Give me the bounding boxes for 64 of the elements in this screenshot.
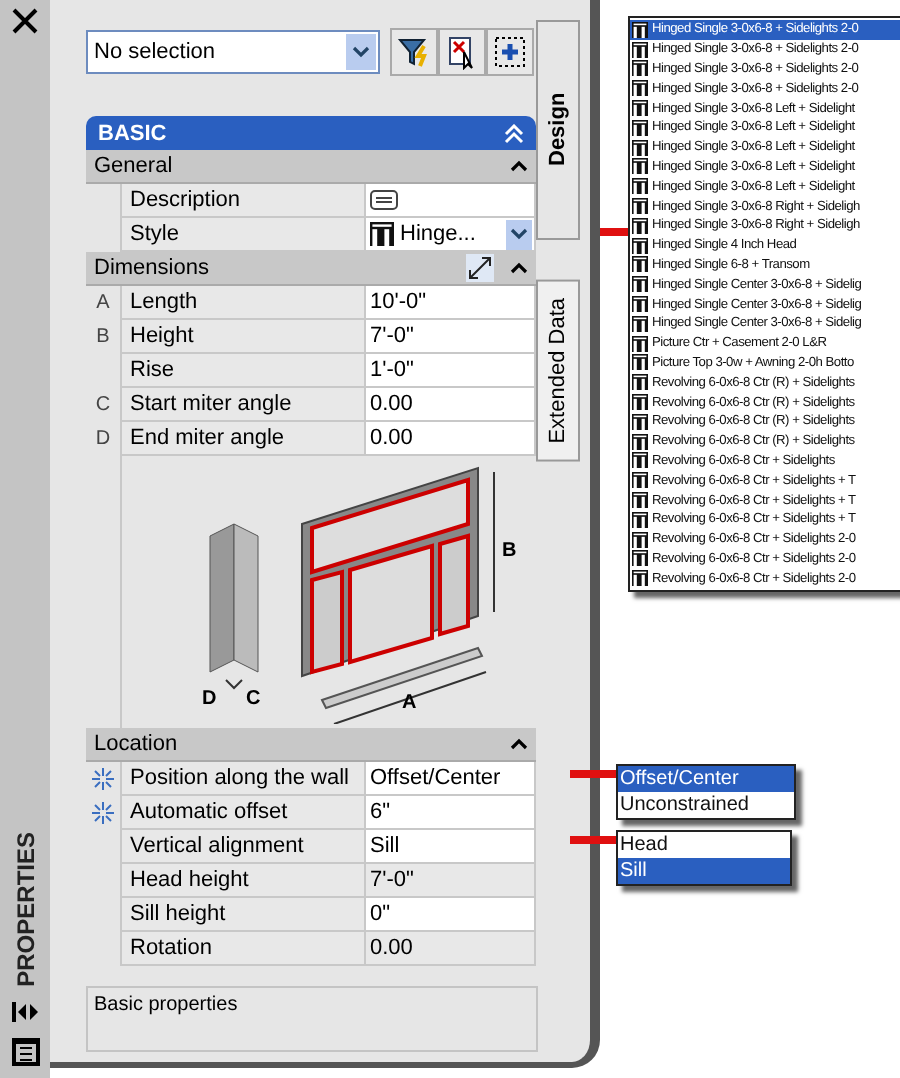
description-text: Basic properties <box>86 986 538 1052</box>
menu-item[interactable]: Unconstrained <box>618 792 794 818</box>
value-cell[interactable]: Offset/Center <box>366 762 536 796</box>
collapse-icon[interactable] <box>510 160 528 172</box>
dimension-tool-icon[interactable] <box>466 254 494 282</box>
value-cell[interactable]: 0.00 <box>366 388 536 422</box>
property-label: Start miter angle <box>120 388 366 422</box>
dimension-letter: A <box>96 292 110 314</box>
add-selection-icon <box>492 34 528 70</box>
menu-icon[interactable] <box>11 1038 39 1066</box>
funnel-icon <box>396 34 432 70</box>
dimension-label: A <box>402 692 417 714</box>
value-cell[interactable]: 7'-0" <box>366 320 536 354</box>
property-label: Automatic offset <box>120 796 366 830</box>
selection-dropdown[interactable]: No selection <box>86 30 380 74</box>
side-tab[interactable]: Extended Data <box>536 280 580 462</box>
toggle-pickadd-button[interactable] <box>486 28 534 76</box>
select-objects-button[interactable] <box>438 28 486 76</box>
dimension-label: B <box>502 540 517 562</box>
value-cell[interactable]: Sill <box>366 830 536 864</box>
dimension-letter: D <box>95 428 111 450</box>
property-label: Vertical alignment <box>120 830 366 864</box>
dimension-label: D <box>202 688 217 710</box>
door-icon <box>370 222 394 246</box>
group-header[interactable]: Location <box>86 728 536 762</box>
palette-title: PROPERTIES <box>11 831 39 986</box>
note-icon <box>370 190 398 210</box>
value-cell[interactable]: 0.00 <box>366 422 536 456</box>
chevron-icon <box>352 46 370 58</box>
collapse-arrows-icon[interactable] <box>11 1002 39 1022</box>
collapse-icon <box>504 123 524 143</box>
collapse-icon[interactable] <box>510 738 528 750</box>
value-cell[interactable]: 10'-0" <box>366 286 536 320</box>
style-dropdown[interactable]: Hinge... <box>366 218 536 252</box>
property-label: Rise <box>120 354 366 388</box>
value-cell[interactable] <box>366 184 536 218</box>
dimension-letter: C <box>95 394 111 416</box>
dimension-label: C <box>246 688 261 710</box>
quick-select-button[interactable] <box>390 28 438 76</box>
group-header[interactable]: Dimensions <box>86 252 536 286</box>
menu-item[interactable]: Offset/Center <box>618 766 794 792</box>
menu-item[interactable]: Sill <box>618 858 790 884</box>
value-cell[interactable]: 1'-0" <box>366 354 536 388</box>
value-cell: 0.00 <box>366 932 536 966</box>
property-label: End miter angle <box>120 422 366 456</box>
dimension-letter: B <box>96 326 110 348</box>
property-label: Length <box>120 286 366 320</box>
property-label: Head height <box>120 864 366 898</box>
group-header[interactable]: General <box>86 150 536 184</box>
property-label: Style <box>120 218 366 252</box>
property-label: Sill height <box>120 898 366 932</box>
value-cell[interactable]: 6" <box>366 796 536 830</box>
property-label: Description <box>120 184 366 218</box>
close-icon[interactable] <box>12 8 38 34</box>
property-label: Rotation <box>120 932 366 966</box>
collapse-icon[interactable] <box>510 262 528 274</box>
menu-item[interactable]: Head <box>618 832 790 858</box>
value-cell: 7'-0" <box>366 864 536 898</box>
section-header[interactable]: BASIC <box>86 116 536 150</box>
chevron-icon <box>510 228 528 240</box>
value-cell[interactable]: 0" <box>366 898 536 932</box>
side-tab[interactable]: Design <box>536 20 580 240</box>
property-label: Position along the wall <box>120 762 366 796</box>
property-label: Height <box>120 320 366 354</box>
